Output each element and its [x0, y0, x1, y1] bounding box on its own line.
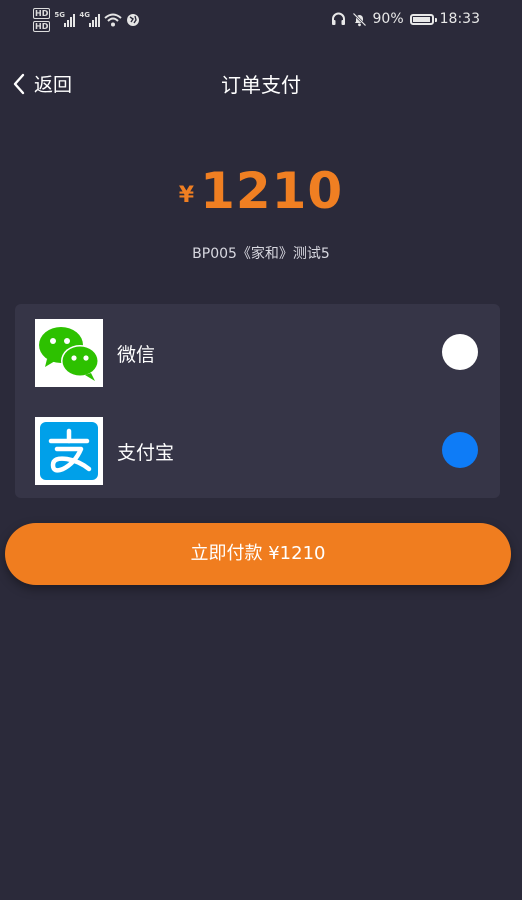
hd-badge: HD [33, 8, 51, 19]
clock: 18:33 [439, 11, 480, 27]
payment-amount: ¥1210 [0, 162, 522, 220]
signal-5g-icon: 5G [54, 11, 76, 27]
amount-value: 1210 [200, 162, 344, 220]
bell-muted-icon [352, 12, 366, 26]
page-title: 订单支付 [221, 73, 301, 97]
payment-option-label: 支付宝 [117, 442, 175, 464]
hd-indicators: HD HD [33, 8, 51, 32]
payment-option-alipay[interactable]: 支付宝 [15, 416, 500, 485]
network-type-label: 5G [54, 11, 65, 19]
wechat-icon [35, 319, 103, 387]
wifi-icon [104, 13, 123, 27]
payment-option-label: 微信 [117, 344, 156, 366]
radio-selected[interactable] [442, 432, 478, 468]
radio-unselected[interactable] [442, 334, 478, 370]
status-bar-left: HD HD 5G 4G [33, 8, 140, 32]
order-description: BP005《家和》测试5 [192, 246, 330, 262]
globe-icon [127, 14, 140, 26]
headphones-icon [331, 12, 345, 25]
signal-4g-icon: 4G [79, 11, 101, 27]
battery-icon [409, 13, 437, 25]
payment-methods-card: 微信 支付宝 [15, 304, 500, 498]
pay-now-button[interactable]: 立即付款 ¥1210 [5, 523, 511, 585]
alipay-icon [35, 417, 103, 485]
battery-percent: 90% [372, 11, 404, 27]
payment-option-wechat[interactable]: 微信 [15, 318, 500, 387]
status-bar-right: 90% 18:33 [331, 11, 480, 27]
currency-symbol: ¥ [178, 183, 195, 208]
network-type-label: 4G [79, 11, 90, 19]
hd-badge: HD [33, 21, 51, 32]
nav-bar: 返回 订单支付 [0, 62, 522, 106]
status-bar: HD HD 5G 4G 90% 18:33 [0, 0, 522, 42]
